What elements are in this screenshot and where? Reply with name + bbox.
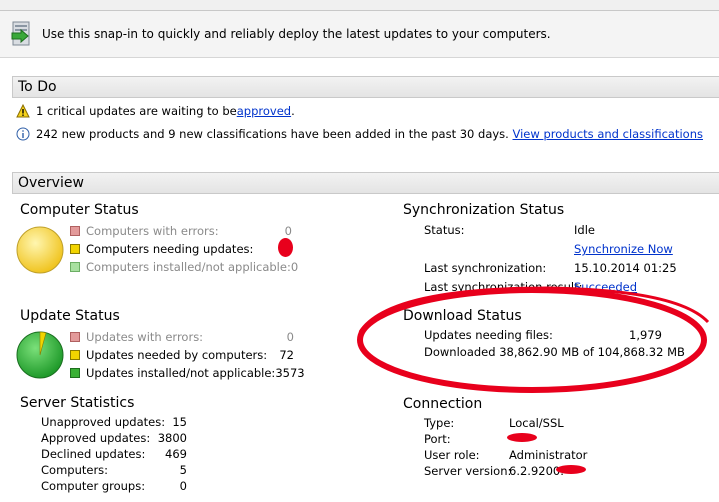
needed-swatch bbox=[70, 350, 80, 360]
approved-link[interactable]: approved bbox=[237, 104, 291, 118]
stat-label: Computer groups: bbox=[41, 479, 146, 493]
updates-needed-row: Updates needed by computers: 72 bbox=[70, 346, 294, 364]
view-products-link[interactable]: View products and classifications bbox=[513, 127, 704, 141]
todo-products-text: 242 new products and 9 new classificatio… bbox=[36, 127, 509, 141]
computers-needing-row: Computers needing updates: bbox=[70, 240, 292, 258]
last-sync-value: 15.10.2014 01:25 bbox=[574, 261, 677, 275]
stat-row: Computers: 5 bbox=[41, 462, 187, 478]
updates-needed-label: Updates needed by computers: bbox=[86, 348, 268, 362]
server-update-icon bbox=[11, 21, 30, 46]
annotation-ellipse bbox=[357, 286, 710, 393]
computers-installed-row: Computers installed/not applicable: 0 bbox=[70, 258, 298, 276]
update-status-list: Updates with errors: 0 Updates needed by… bbox=[70, 328, 305, 382]
redaction-mark bbox=[278, 238, 293, 257]
stat-value: 469 bbox=[165, 447, 187, 461]
user-role-label: User role: bbox=[424, 448, 480, 462]
top-bar bbox=[0, 0, 719, 11]
stat-row: Computer groups: 0 bbox=[41, 478, 187, 494]
computers-installed-value: 0 bbox=[290, 260, 299, 274]
warning-icon bbox=[16, 104, 30, 118]
server-version-value: 6.2.9200. bbox=[509, 464, 564, 478]
connection-type-value: Local/SSL bbox=[509, 416, 564, 430]
updates-needed-value: 72 bbox=[279, 348, 294, 362]
redaction-mark bbox=[507, 433, 537, 442]
redaction-mark bbox=[556, 465, 586, 474]
computers-needing-label: Computers needing updates: bbox=[86, 242, 254, 256]
update-status-title: Update Status bbox=[20, 308, 120, 324]
todo-critical-end: . bbox=[291, 104, 295, 118]
installed-swatch bbox=[70, 368, 80, 378]
server-statistics-list: Unapproved updates: 15 Approved updates: 3… bbox=[41, 414, 187, 494]
stat-label: Approved updates: bbox=[41, 431, 151, 445]
computer-status-list: Computers with errors: 0 Computers needi… bbox=[70, 222, 298, 276]
sync-status-value: Idle bbox=[574, 223, 595, 237]
computer-status-pie bbox=[16, 226, 64, 274]
updates-installed-row: Updates installed/not applicable: 3573 bbox=[70, 364, 305, 382]
sync-status-label: Status: bbox=[424, 223, 465, 237]
updates-errors-label: Updates with errors: bbox=[86, 330, 204, 344]
stat-label: Declined updates: bbox=[41, 447, 146, 461]
stat-value: 5 bbox=[179, 463, 187, 477]
updates-installed-value: 3573 bbox=[275, 366, 305, 380]
stat-label: Computers: bbox=[41, 463, 109, 477]
server-statistics-title: Server Statistics bbox=[20, 395, 135, 411]
connection-type-label: Type: bbox=[424, 416, 455, 430]
computers-errors-value: 0 bbox=[284, 224, 292, 238]
stat-value: 3800 bbox=[157, 431, 187, 445]
stat-row: Unapproved updates: 15 bbox=[41, 414, 187, 430]
overview-header: Overview bbox=[12, 172, 719, 194]
error-swatch bbox=[70, 332, 80, 342]
todo-item-critical: 1 critical updates are waiting to be app… bbox=[16, 104, 295, 118]
stat-value: 0 bbox=[179, 479, 187, 493]
stat-row: Declined updates: 469 bbox=[41, 446, 187, 462]
last-sync-label: Last synchronization: bbox=[424, 261, 547, 275]
updates-errors-value: 0 bbox=[286, 330, 294, 344]
todo-item-products: 242 new products and 9 new classificatio… bbox=[16, 127, 703, 141]
user-role-value: Administrator bbox=[509, 448, 588, 462]
updates-errors-row: Updates with errors: 0 bbox=[70, 328, 294, 346]
todo-critical-text: 1 critical updates are waiting to be bbox=[36, 104, 237, 118]
error-swatch bbox=[70, 226, 80, 236]
overview-title: Overview bbox=[18, 175, 84, 191]
todo-header: To Do bbox=[12, 76, 719, 98]
computer-status-title: Computer Status bbox=[20, 202, 139, 218]
stat-row: Approved updates: 3800 bbox=[41, 430, 187, 446]
computers-errors-row: Computers with errors: 0 bbox=[70, 222, 292, 240]
computers-installed-label: Computers installed/not applicable: bbox=[86, 260, 291, 274]
intro-text: Use this snap-in to quickly and reliably… bbox=[42, 27, 551, 41]
stat-label: Unapproved updates: bbox=[41, 415, 166, 429]
update-status-pie bbox=[16, 331, 64, 379]
stat-value: 15 bbox=[172, 415, 187, 429]
intro-banner: Use this snap-in to quickly and reliably… bbox=[0, 11, 719, 58]
server-version-label: Server version: bbox=[424, 464, 512, 478]
sync-status-title: Synchronization Status bbox=[403, 202, 565, 218]
connection-port-label: Port: bbox=[424, 432, 451, 446]
needed-swatch bbox=[70, 244, 80, 254]
synchronize-now-link[interactable]: Synchronize Now bbox=[574, 242, 673, 256]
info-icon bbox=[16, 127, 30, 141]
updates-installed-label: Updates installed/not applicable: bbox=[86, 366, 276, 380]
computers-errors-label: Computers with errors: bbox=[86, 224, 219, 238]
installed-swatch bbox=[70, 262, 80, 272]
todo-title: To Do bbox=[18, 79, 57, 95]
